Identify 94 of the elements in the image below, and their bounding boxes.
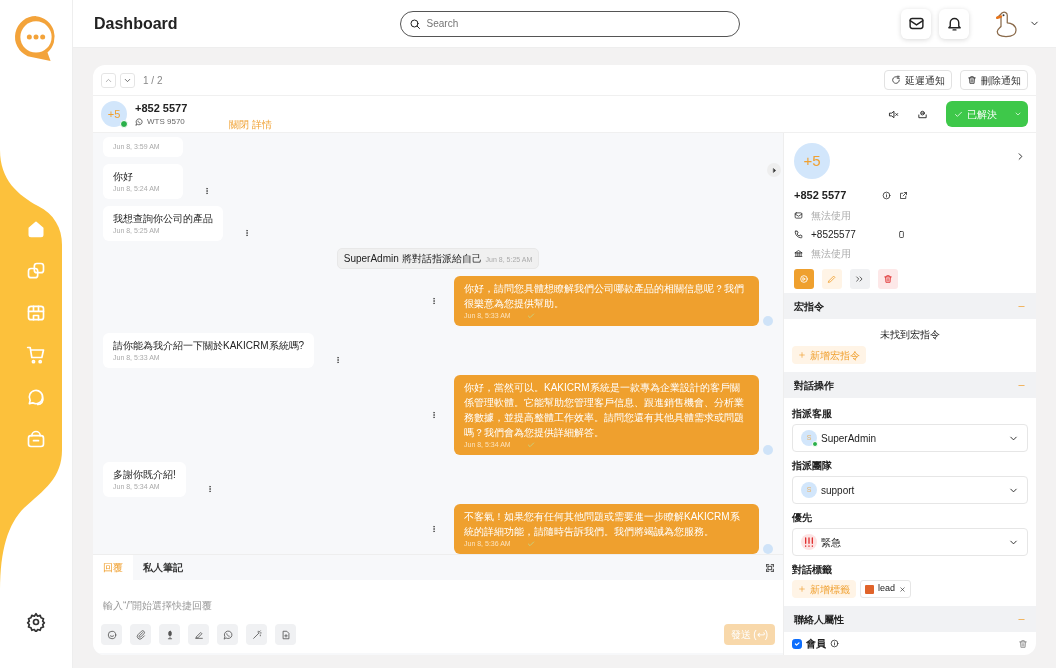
fullscreen-icon[interactable] [765,562,775,573]
signature-button[interactable] [188,624,209,645]
select-value: support [821,483,855,498]
more-options-icon[interactable] [430,297,438,305]
start-chat-button[interactable] [794,268,814,289]
magic-wand-button[interactable] [246,624,267,645]
external-link-icon[interactable] [899,190,908,200]
emoji-button[interactable] [101,624,122,645]
contact-name: +852 5577 [794,188,848,203]
info-icon[interactable] [882,190,891,200]
urgent-icon [801,534,817,550]
search-field[interactable]: Search [399,10,740,37]
more-options-icon[interactable] [430,411,438,419]
email-value: 無法使用 [811,208,852,223]
actions-section-header[interactable]: 對話操作 [784,372,1036,398]
company-value: 無法使用 [811,246,852,261]
avatar-initials: +5 [803,150,821,171]
mail-icon [794,210,803,220]
attributes-section-header[interactable]: 聯絡人屬性 [784,606,1036,632]
select-value: 緊急 [821,535,841,550]
message-text: 你好 [113,170,134,184]
more-options-icon[interactable] [430,525,438,533]
phone-icon [794,229,803,239]
field-label: 優先 [792,511,813,525]
tag-label: lead [878,582,895,596]
merge-button[interactable] [850,268,870,289]
delete-contact-button[interactable] [878,268,898,289]
search-icon [408,17,421,30]
delivered-check-icon [526,540,535,548]
avatar-initials: +5 [107,106,121,122]
empty-message: 未找到宏指令 [879,328,941,342]
select-field[interactable]: 緊急 [792,528,1028,556]
delivered-check-icon [526,312,535,320]
field-label: 對話標籤 [792,563,833,577]
contact-name: +852 5577 [135,100,188,116]
settings-icon[interactable] [26,612,46,632]
member-checkbox[interactable] [792,638,802,649]
message-text: 你好，當然可以。KAKICRM系統是一款專為企業設計的客戶關係管理軟體。它能幫助您管理客戶信息、跟進銷售機會、分析業務數據，並提高整體工作效率。請問您還有其他具體需求或問題嗎？我們會為您提供詳細解答。 [464,381,745,440]
microphone-button[interactable] [159,624,180,645]
message-text: 我想查詢你公司的產品 [113,212,213,226]
file-button[interactable] [275,624,296,645]
field-label: 指派客服 [792,407,833,421]
macros-section-header[interactable]: 宏指令 [784,293,1036,319]
more-options-icon[interactable] [203,186,211,195]
page-counter: 1 / 2 [143,73,163,88]
phone-value: +8525577 [811,227,857,242]
signature-icon[interactable] [193,629,204,640]
building-icon [794,248,803,258]
page-title: Dashboard [94,13,178,34]
info-icon[interactable] [830,639,839,648]
field-label: 指派團隊 [792,459,833,473]
section-title: 宏指令 [794,299,824,314]
trash-icon[interactable] [967,75,977,86]
section-title: 對話操作 [794,378,834,393]
reply-field[interactable]: 輸入“/”開始選擇快捷回覆 [93,580,783,624]
check-icon[interactable] [954,109,963,119]
whatsapp-template-icon[interactable] [222,629,233,640]
emoji-icon[interactable] [106,629,117,640]
whatsapp-template-button[interactable] [217,624,238,645]
private-note-tab[interactable]: 私人筆記 [133,554,193,581]
resolve-menu-button[interactable] [1008,101,1028,128]
snooze-notification-button[interactable]: 延遲通知 [884,70,952,91]
notification-button[interactable] [939,8,969,39]
remove-icon[interactable] [899,585,906,593]
double-chevron-icon[interactable] [855,273,865,284]
notice-text: SuperAdmin 將對話指派給自己 [343,252,482,266]
more-options-icon[interactable] [243,228,251,237]
message-text: 多謝你既介紹! [113,468,176,482]
channel-name: WTS 9570 [147,116,185,129]
attribute-label: 會員 [806,637,826,651]
sender-avatar [763,544,773,554]
share-icon[interactable] [917,108,928,120]
message-text: 不客氣！如果您有任何其他問題或需要進一步瞭解KAKICRM系統的詳細功能，請隨時告訴我們。我們將竭誠為您服務。 [464,510,741,539]
snooze-icon[interactable] [891,75,901,86]
mail-button[interactable] [901,8,931,39]
sender-avatar [763,445,773,455]
attach-button[interactable] [130,624,151,645]
magic-wand-icon[interactable] [251,629,262,640]
trash-icon[interactable] [883,273,893,284]
sender-avatar [763,316,773,326]
message-text: 你好，請問您具體想瞭解我們公司哪款產品的相關信息呢？我們很樂意為您提供幫助。 [464,282,745,311]
bell-icon[interactable] [945,15,963,32]
copy-icon[interactable] [897,229,906,239]
file-icon[interactable] [280,629,291,640]
attach-icon[interactable] [135,629,146,640]
mail-icon[interactable] [907,15,925,32]
whatsapp-icon [135,118,143,127]
delivered-check-icon [526,441,535,449]
section-title: 聯絡人屬性 [794,612,844,627]
delete-notification-button[interactable]: 刪除通知 [960,70,1028,91]
whatsapp-badge [120,120,128,129]
message-text: 請你能為我介紹一下關於KAKICRM系統嗎? [113,339,305,353]
select-value: SuperAdmin [821,431,877,446]
mute-icon[interactable] [888,108,899,120]
